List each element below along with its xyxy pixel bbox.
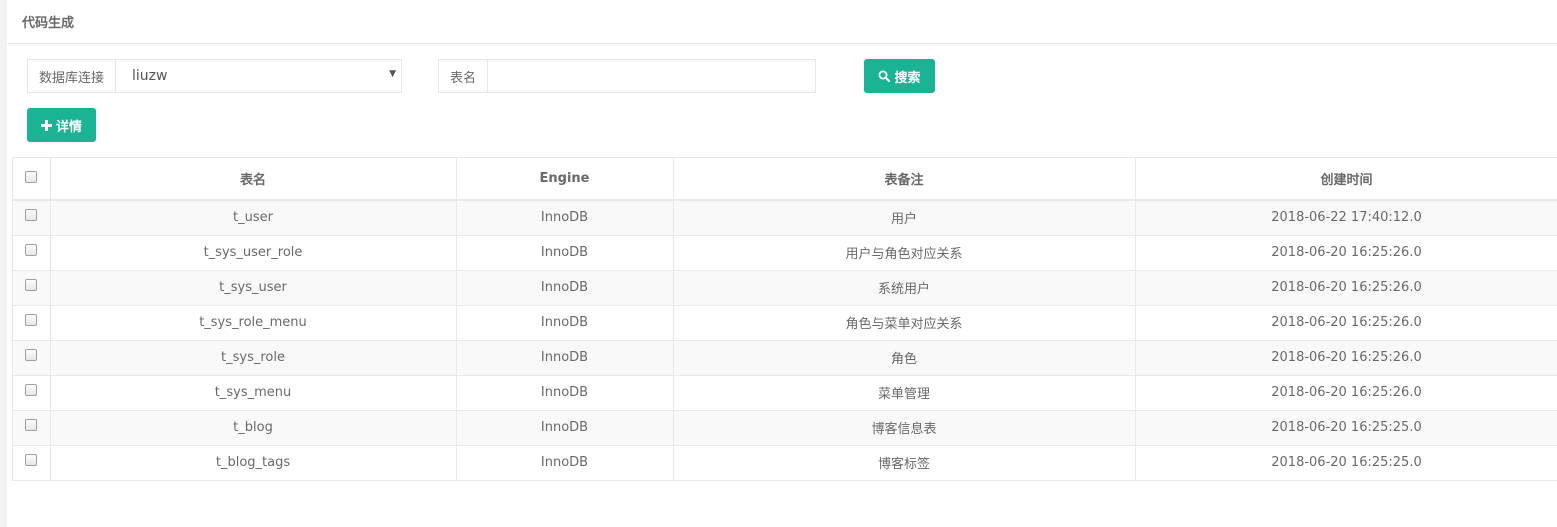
search-icon bbox=[878, 70, 891, 82]
row-checkbox[interactable] bbox=[25, 383, 38, 396]
table-name-group: 表名 bbox=[438, 59, 817, 93]
panel-header: 代码生成 bbox=[7, 0, 1557, 44]
row-checkbox-cell bbox=[13, 305, 51, 341]
row-checkbox[interactable] bbox=[25, 208, 38, 221]
table-row[interactable]: t_user InnoDB 用户 2018-06-22 17:40:12.0 bbox=[13, 200, 1557, 236]
code-gen-panel: 代码生成 数据库连接 liuzw ▼ 表名 搜索 详情 表名 Engine 表备… bbox=[7, 0, 1557, 527]
cell-created: 2018-06-20 16:25:26.0 bbox=[1135, 375, 1557, 411]
row-checkbox[interactable] bbox=[25, 313, 38, 326]
cell-comment: 角色 bbox=[673, 340, 1136, 376]
column-header-name[interactable]: 表名 bbox=[50, 158, 457, 201]
cell-created: 2018-06-20 16:25:26.0 bbox=[1135, 235, 1557, 271]
select-all-checkbox[interactable] bbox=[25, 170, 38, 183]
cell-comment: 角色与菜单对应关系 bbox=[673, 305, 1136, 341]
cell-comment: 菜单管理 bbox=[673, 375, 1136, 411]
tables-table: 表名 Engine 表备注 创建时间 t_user InnoDB 用户 2018… bbox=[12, 157, 1557, 481]
cell-created: 2018-06-22 17:40:12.0 bbox=[1135, 200, 1557, 236]
page-left-border bbox=[0, 0, 7, 527]
db-connection-label: 数据库连接 bbox=[27, 59, 117, 93]
detail-button[interactable]: 详情 bbox=[27, 108, 96, 142]
cell-created: 2018-06-20 16:25:26.0 bbox=[1135, 270, 1557, 306]
cell-engine: InnoDB bbox=[456, 235, 674, 271]
cell-comment: 博客标签 bbox=[673, 445, 1136, 481]
row-checkbox-cell bbox=[13, 235, 51, 271]
row-checkbox-cell bbox=[13, 445, 51, 481]
table-name-label: 表名 bbox=[438, 59, 489, 93]
cell-engine: InnoDB bbox=[456, 305, 674, 341]
row-checkbox[interactable] bbox=[25, 418, 38, 431]
cell-comment: 博客信息表 bbox=[673, 410, 1136, 446]
table-row[interactable]: t_sys_user_role InnoDB 用户与角色对应关系 2018-06… bbox=[13, 235, 1557, 271]
db-connection-select[interactable]: liuzw ▼ bbox=[116, 59, 403, 93]
row-checkbox[interactable] bbox=[25, 243, 38, 256]
row-checkbox-cell bbox=[13, 375, 51, 411]
cell-created: 2018-06-20 16:25:25.0 bbox=[1135, 445, 1557, 481]
table-header-row: 表名 Engine 表备注 创建时间 bbox=[13, 158, 1557, 201]
cell-created: 2018-06-20 16:25:26.0 bbox=[1135, 305, 1557, 341]
table-name-input[interactable] bbox=[488, 59, 817, 93]
detail-button-label: 详情 bbox=[55, 119, 82, 135]
table-row[interactable]: t_sys_user InnoDB 系统用户 2018-06-20 16:25:… bbox=[13, 270, 1557, 306]
cell-name: t_sys_user bbox=[50, 270, 457, 306]
table-row[interactable]: t_blog InnoDB 博客信息表 2018-06-20 16:25:25.… bbox=[13, 410, 1557, 446]
cell-engine: InnoDB bbox=[456, 445, 674, 481]
cell-name: t_sys_role bbox=[50, 340, 457, 376]
search-button[interactable]: 搜索 bbox=[864, 59, 935, 93]
row-checkbox-cell bbox=[13, 200, 51, 236]
cell-comment: 用户与角色对应关系 bbox=[673, 235, 1136, 271]
cell-created: 2018-06-20 16:25:26.0 bbox=[1135, 340, 1557, 376]
cell-comment: 用户 bbox=[673, 200, 1136, 236]
row-checkbox-cell bbox=[13, 340, 51, 376]
table-row[interactable]: t_sys_role InnoDB 角色 2018-06-20 16:25:26… bbox=[13, 340, 1557, 376]
select-all-cell bbox=[13, 158, 51, 201]
cell-name: t_blog bbox=[50, 410, 457, 446]
search-button-label: 搜索 bbox=[894, 70, 921, 86]
cell-created: 2018-06-20 16:25:25.0 bbox=[1135, 410, 1557, 446]
plus-icon bbox=[40, 119, 52, 131]
cell-engine: InnoDB bbox=[456, 410, 674, 446]
cell-name: t_sys_user_role bbox=[50, 235, 457, 271]
cell-name: t_sys_menu bbox=[50, 375, 457, 411]
db-connection-value: liuzw bbox=[132, 68, 168, 84]
column-header-created[interactable]: 创建时间 bbox=[1135, 158, 1557, 201]
row-checkbox-cell bbox=[13, 270, 51, 306]
cell-engine: InnoDB bbox=[456, 340, 674, 376]
cell-engine: InnoDB bbox=[456, 200, 674, 236]
cell-comment: 系统用户 bbox=[673, 270, 1136, 306]
cell-name: t_user bbox=[50, 200, 457, 236]
row-checkbox[interactable] bbox=[25, 453, 38, 466]
table-row[interactable]: t_sys_menu InnoDB 菜单管理 2018-06-20 16:25:… bbox=[13, 375, 1557, 411]
cell-engine: InnoDB bbox=[456, 270, 674, 306]
row-checkbox[interactable] bbox=[25, 348, 38, 361]
row-checkbox[interactable] bbox=[25, 278, 38, 291]
cell-engine: InnoDB bbox=[456, 375, 674, 411]
db-connection-group: 数据库连接 liuzw ▼ bbox=[27, 59, 403, 93]
column-header-engine[interactable]: Engine bbox=[456, 158, 674, 201]
cell-name: t_sys_role_menu bbox=[50, 305, 457, 341]
column-header-comment[interactable]: 表备注 bbox=[673, 158, 1136, 201]
page-title: 代码生成 bbox=[22, 16, 75, 31]
table-row[interactable]: t_blog_tags InnoDB 博客标签 2018-06-20 16:25… bbox=[13, 445, 1557, 481]
table-row[interactable]: t_sys_role_menu InnoDB 角色与菜单对应关系 2018-06… bbox=[13, 305, 1557, 341]
cell-name: t_blog_tags bbox=[50, 445, 457, 481]
row-checkbox-cell bbox=[13, 410, 51, 446]
chevron-down-icon: ▼ bbox=[389, 69, 397, 79]
